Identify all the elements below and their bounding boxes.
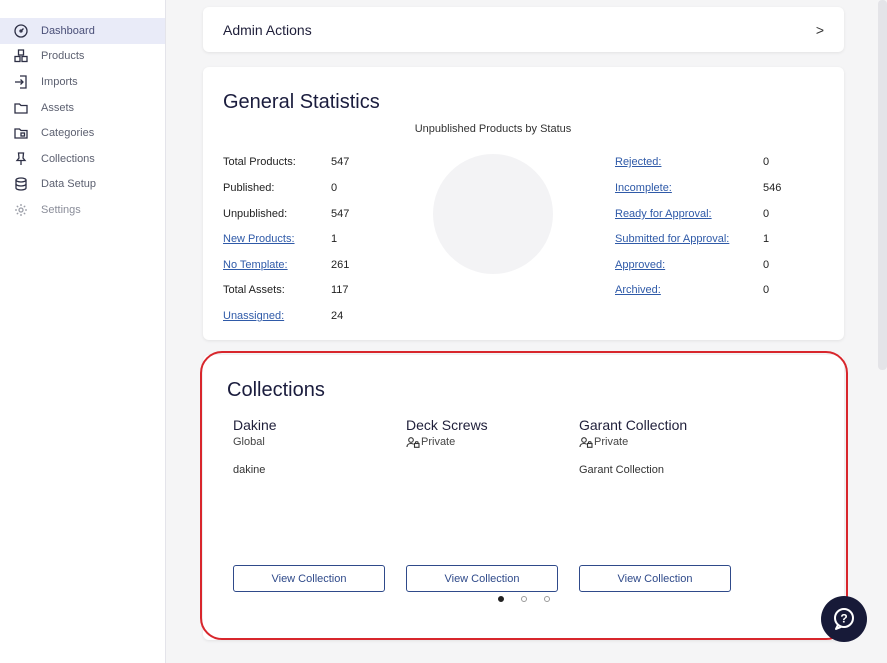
carousel-dot-2[interactable] bbox=[521, 596, 527, 602]
collection-item: Garant Collection Private Garant Collect… bbox=[579, 417, 739, 476]
collection-scope-label: Global bbox=[233, 436, 265, 448]
sidebar-item-products[interactable]: Products bbox=[0, 44, 165, 70]
collection-scope: Private bbox=[579, 436, 739, 448]
page-scrollbar[interactable] bbox=[878, 0, 887, 370]
collection-scope-label: Private bbox=[421, 436, 456, 448]
ready-for-approval-link[interactable]: Ready for Approval: bbox=[615, 208, 712, 220]
general-statistics-card: General Statistics Unpublished Products … bbox=[203, 67, 844, 340]
stat-ready-for-approval-value: 0 bbox=[763, 208, 770, 220]
new-products-link[interactable]: New Products: bbox=[223, 233, 295, 245]
sidebar-item-assets[interactable]: Assets bbox=[0, 95, 165, 121]
gear-icon bbox=[14, 203, 28, 217]
collection-description: dakine bbox=[233, 464, 266, 476]
sidebar-item-collections[interactable]: Collections bbox=[0, 146, 165, 172]
stat-total-assets-label: Total Assets: bbox=[223, 284, 285, 296]
boxes-icon bbox=[14, 49, 28, 63]
collection-scope: Global bbox=[233, 436, 393, 448]
collection-scope: Private bbox=[406, 436, 566, 448]
view-collection-button-deck-screws[interactable]: View Collection bbox=[406, 565, 558, 592]
stat-submitted-for-approval-value: 1 bbox=[763, 233, 770, 245]
folder-icon bbox=[14, 101, 28, 115]
admin-actions-title: Admin Actions bbox=[223, 21, 312, 38]
collection-name: Garant Collection bbox=[579, 417, 688, 433]
stat-rejected-value: 0 bbox=[763, 156, 770, 168]
pin-icon bbox=[14, 152, 28, 166]
chevron-right-icon: > bbox=[815, 21, 824, 38]
stat-unassigned-value: 24 bbox=[331, 310, 344, 322]
rejected-link[interactable]: Rejected: bbox=[615, 156, 661, 168]
private-users-icon bbox=[579, 437, 593, 448]
stat-total-products-label: Total Products: bbox=[223, 156, 296, 168]
archived-link[interactable]: Archived: bbox=[615, 284, 661, 296]
admin-actions-card[interactable]: Admin Actions > bbox=[203, 7, 844, 52]
stat-new-products-value: 1 bbox=[331, 233, 338, 245]
dashboard-icon bbox=[14, 24, 28, 38]
svg-text:?: ? bbox=[840, 612, 847, 626]
sidebar-item-settings[interactable]: Settings bbox=[0, 197, 165, 223]
help-chat-icon: ? bbox=[834, 608, 854, 630]
collection-name: Deck Screws bbox=[406, 417, 488, 433]
collection-item: Dakine Global dakine bbox=[233, 417, 393, 476]
stat-unpublished-value: 547 bbox=[331, 208, 350, 220]
stat-published-value: 0 bbox=[331, 182, 338, 194]
no-template-link[interactable]: No Template: bbox=[223, 259, 288, 271]
sidebar-item-imports[interactable]: Imports bbox=[0, 69, 165, 95]
view-collection-button-dakine[interactable]: View Collection bbox=[233, 565, 385, 592]
status-donut-chart bbox=[433, 154, 553, 274]
import-icon bbox=[14, 75, 28, 89]
collection-description: Garant Collection bbox=[579, 464, 664, 476]
sidebar-item-label: Assets bbox=[41, 101, 75, 114]
carousel-dot-3[interactable] bbox=[544, 596, 550, 602]
collections-title: Collections bbox=[227, 379, 325, 401]
sidebar-item-label: Dashboard bbox=[41, 24, 95, 37]
database-icon bbox=[14, 177, 28, 192]
unassigned-link[interactable]: Unassigned: bbox=[223, 310, 284, 322]
general-statistics-title: General Statistics bbox=[223, 91, 380, 113]
stat-archived-value: 0 bbox=[763, 284, 770, 296]
stat-approved-value: 0 bbox=[763, 259, 770, 271]
private-users-icon bbox=[406, 437, 420, 448]
approved-link[interactable]: Approved: bbox=[615, 259, 665, 271]
carousel-dot-1[interactable] bbox=[498, 596, 504, 602]
sidebar-item-label: Categories bbox=[41, 127, 95, 140]
sidebar-item-categories[interactable]: Categories bbox=[0, 120, 165, 146]
stat-unpublished-label: Unpublished: bbox=[223, 208, 288, 220]
sidebar-item-label: Data Setup bbox=[41, 178, 97, 191]
submitted-for-approval-link[interactable]: Submitted for Approval: bbox=[615, 233, 729, 245]
stat-total-assets-value: 117 bbox=[331, 284, 349, 296]
incomplete-link[interactable]: Incomplete: bbox=[615, 182, 672, 194]
collections-card: Collections Dakine Global dakine Deck Sc… bbox=[203, 355, 844, 640]
view-collection-button-garant[interactable]: View Collection bbox=[579, 565, 731, 592]
sidebar-item-data-setup[interactable]: Data Setup bbox=[0, 172, 165, 198]
sidebar-item-label: Settings bbox=[41, 203, 81, 216]
stat-incomplete-value: 546 bbox=[763, 182, 782, 194]
sidebar-item-label: Collections bbox=[41, 152, 95, 165]
sidebar-item-label: Imports bbox=[41, 75, 78, 88]
stat-published-label: Published: bbox=[223, 182, 275, 194]
sidebar-item-dashboard[interactable]: Dashboard bbox=[0, 18, 165, 44]
categories-icon bbox=[14, 126, 28, 140]
collection-scope-label: Private bbox=[594, 436, 629, 448]
carousel-pagination bbox=[498, 596, 550, 602]
collection-name: Dakine bbox=[233, 417, 277, 433]
chart-title: Unpublished Products by Status bbox=[414, 123, 572, 135]
sidebar: Dashboard Products Imports Assets Catego… bbox=[0, 0, 166, 663]
stat-total-products-value: 547 bbox=[331, 156, 350, 168]
help-chat-button[interactable]: ? bbox=[821, 596, 867, 642]
sidebar-item-label: Products bbox=[41, 50, 85, 63]
collection-item: Deck Screws Private bbox=[406, 417, 566, 464]
stat-no-template-value: 261 bbox=[331, 259, 350, 271]
